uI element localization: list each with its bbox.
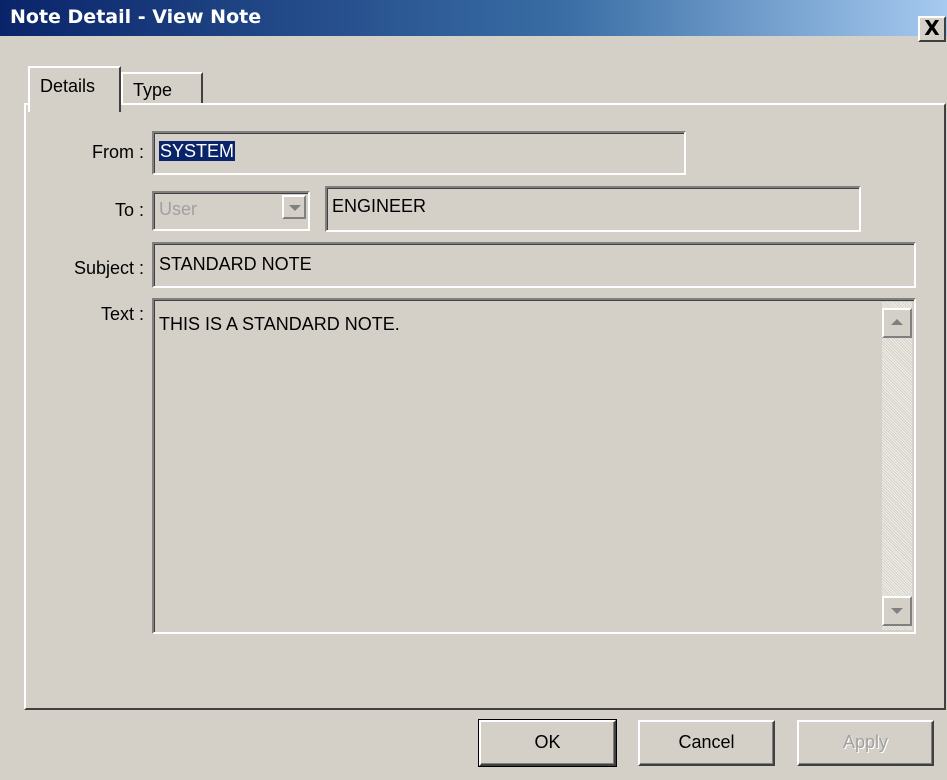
text-scrollbar[interactable] (882, 302, 912, 630)
chevron-down-icon (289, 205, 301, 211)
tab-type[interactable]: Type (121, 72, 203, 104)
close-button[interactable]: X (918, 16, 946, 42)
to-value: ENGINEER (332, 196, 427, 216)
from-label: From : (92, 142, 144, 162)
ok-button[interactable]: OK (478, 719, 617, 767)
cancel-button[interactable]: Cancel (638, 720, 775, 766)
cancel-button-label: Cancel (678, 732, 735, 752)
text-label: Text : (100, 304, 144, 324)
arrow-up-icon (891, 319, 903, 325)
scroll-down-button[interactable] (882, 596, 912, 626)
to-type-dropdown-button[interactable] (282, 195, 306, 219)
arrow-down-icon (891, 608, 903, 614)
from-value: SYSTEM (159, 141, 236, 161)
close-icon: X (924, 16, 940, 40)
tab-type-label: Type (133, 80, 173, 100)
scroll-up-button[interactable] (882, 308, 912, 338)
text-area[interactable]: THIS IS A STANDARD NOTE. (152, 298, 916, 634)
to-label: To : (114, 200, 144, 220)
ok-button-label: OK (534, 732, 561, 752)
to-type-combo[interactable]: User (152, 191, 310, 231)
window-title: Note Detail - View Note (10, 6, 262, 28)
subject-value: STANDARD NOTE (159, 254, 312, 274)
to-type-value: User (159, 199, 198, 219)
title-bar[interactable]: Note Detail - View Note X (0, 0, 947, 42)
subject-field[interactable]: STANDARD NOTE (152, 242, 916, 288)
note-detail-window: Note Detail - View Note X Details Type F… (0, 0, 947, 780)
apply-button-label: Apply (842, 732, 889, 752)
tab-details[interactable]: Details (28, 66, 121, 112)
tab-details-label: Details (40, 76, 96, 96)
text-value: THIS IS A STANDARD NOTE. (159, 314, 400, 334)
from-field[interactable]: SYSTEM (152, 131, 686, 175)
to-field[interactable]: ENGINEER (325, 186, 861, 232)
subject-label: Subject : (73, 258, 144, 278)
apply-button[interactable]: Apply (797, 720, 934, 766)
